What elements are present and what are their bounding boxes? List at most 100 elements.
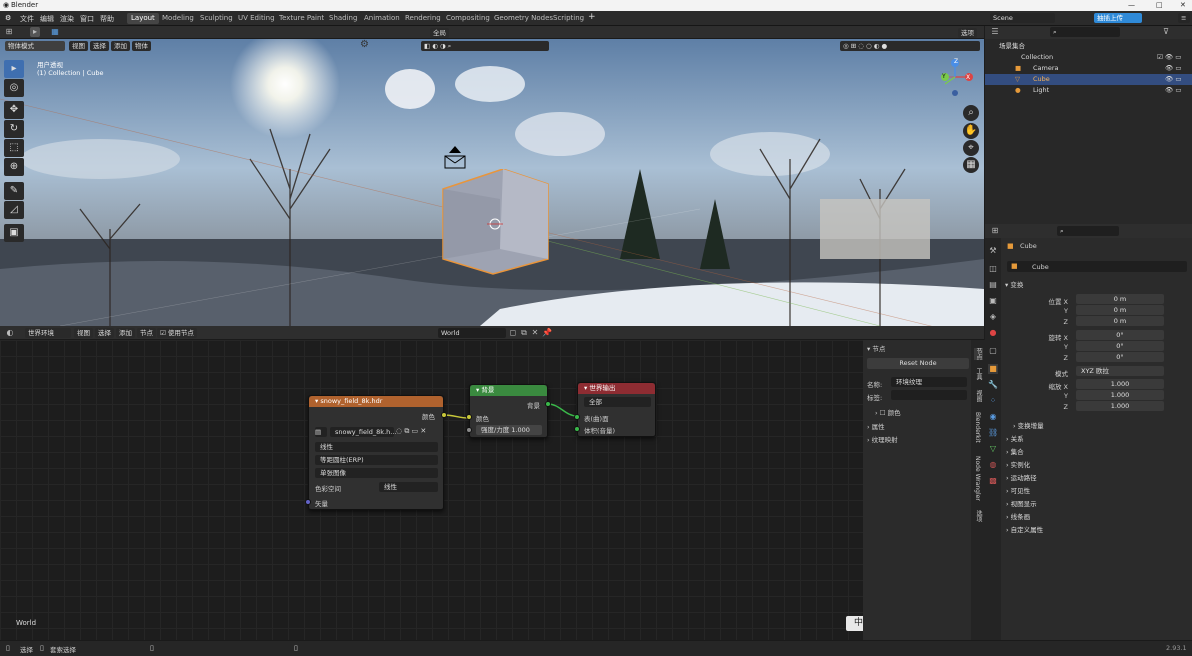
- tab-compositing[interactable]: Compositing: [442, 13, 494, 24]
- viewlayer-icon[interactable]: ≡: [1178, 13, 1190, 23]
- tab-options[interactable]: 选项: [974, 510, 983, 522]
- node-menu-add[interactable]: 添加: [116, 328, 135, 338]
- menu-help[interactable]: 帮助: [100, 14, 114, 24]
- mode-selector[interactable]: 物体模式: [5, 41, 65, 51]
- colorspace-select[interactable]: 线性: [379, 482, 438, 492]
- outliner-search[interactable]: ⌕: [1050, 27, 1120, 37]
- output-tab-icon[interactable]: ▤: [988, 280, 998, 290]
- options-menu[interactable]: 选项: [958, 28, 977, 38]
- blender-menu-icon[interactable]: ⚙: [5, 14, 11, 22]
- node-name-field[interactable]: 环境纹理: [891, 377, 967, 387]
- tab-node-wrangler[interactable]: Node Wrangler: [974, 456, 981, 501]
- location-y-field[interactable]: 0 m: [1076, 305, 1164, 315]
- reset-node-button[interactable]: Reset Node: [867, 358, 969, 369]
- node-menu-node[interactable]: 节点: [137, 328, 156, 338]
- tab-texture-paint[interactable]: Texture Paint: [275, 13, 328, 24]
- scene-selector[interactable]: Scene: [990, 13, 1055, 23]
- collection-item[interactable]: Collection: [1021, 52, 1053, 63]
- viewport-menu-view[interactable]: 视图: [69, 41, 88, 51]
- move-tool-icon[interactable]: ✥: [4, 101, 24, 119]
- env-color-socket[interactable]: [441, 412, 447, 418]
- image-type-icon[interactable]: ▤: [315, 427, 327, 437]
- tab-sculpting[interactable]: Sculpting: [196, 13, 237, 24]
- node-menu-select[interactable]: 选择: [95, 328, 114, 338]
- location-z-field[interactable]: 0 m: [1076, 316, 1164, 326]
- scale-z-field[interactable]: 1.000: [1076, 401, 1164, 411]
- maximize-button[interactable]: □: [1156, 1, 1163, 9]
- rotation-mode-select[interactable]: XYZ 欧拉: [1076, 366, 1164, 376]
- environment-texture-node[interactable]: ▾ snowy_field_8k.hdr 颜色 ▤ snowy_field_8k…: [305, 395, 447, 510]
- add-workspace-icon[interactable]: +: [588, 12, 596, 22]
- tab-geometry-nodes[interactable]: Geometry Nodes: [490, 13, 557, 24]
- scale-x-field[interactable]: 1.000: [1076, 379, 1164, 389]
- properties-editor-icon[interactable]: ⊞: [990, 226, 1000, 236]
- source-select[interactable]: 单张图像: [315, 468, 438, 478]
- transform-orientation[interactable]: 全局: [430, 28, 449, 38]
- particles-tab-icon[interactable]: ⁘: [988, 396, 998, 406]
- bg-node-header[interactable]: ▾ 背景: [470, 385, 547, 396]
- interpolation-select[interactable]: 线性: [315, 442, 438, 452]
- delta-transform-section[interactable]: › 变换增量: [1013, 420, 1044, 430]
- node-properties-section[interactable]: › 属性: [867, 421, 885, 431]
- menu-window[interactable]: 窗口: [80, 14, 94, 24]
- editor-type-icon[interactable]: ⊞: [4, 27, 14, 37]
- data-tab-icon[interactable]: ▽: [988, 444, 998, 454]
- image-name-field[interactable]: snowy_field_8k.h...: [330, 427, 396, 437]
- node-color-toggle[interactable]: › ☐ 颜色: [875, 407, 901, 417]
- tab-rendering[interactable]: Rendering: [401, 13, 445, 24]
- texture-mapping-section[interactable]: › 纹理映射: [867, 434, 898, 444]
- duplicate-icon[interactable]: ⧉: [519, 328, 529, 338]
- node-label-field[interactable]: [891, 390, 967, 400]
- fake-user-icon[interactable]: ◻: [508, 328, 518, 338]
- volume-socket[interactable]: [574, 426, 580, 432]
- constraints-tab-icon[interactable]: ⛓: [988, 428, 998, 438]
- select-tool-icon[interactable]: ▸: [30, 27, 40, 37]
- unlink-icon[interactable]: ✕: [530, 328, 540, 338]
- relations-section[interactable]: › 关系: [1006, 433, 1024, 443]
- close-button[interactable]: ✕: [1180, 1, 1186, 9]
- tab-scripting[interactable]: Scripting: [549, 13, 588, 24]
- grid-view-icon[interactable]: ▦: [963, 157, 979, 173]
- annotate-tool-icon[interactable]: ✎: [4, 182, 24, 200]
- tab-uv-editing[interactable]: UV Editing: [234, 13, 279, 24]
- rotation-x-field[interactable]: 0°: [1076, 330, 1164, 340]
- node-menu-view[interactable]: 视图: [74, 328, 93, 338]
- collection-tab-icon[interactable]: ▢: [988, 346, 998, 356]
- object-name-field[interactable]: ■ Cube: [1007, 261, 1187, 272]
- custom-props-section[interactable]: › 自定义属性: [1006, 524, 1043, 534]
- world-output-node[interactable]: ▾ 世界输出 全部 表(曲)面 体积(音量): [574, 382, 656, 437]
- collections-section[interactable]: › 集合: [1006, 446, 1024, 456]
- rotation-z-field[interactable]: 0°: [1076, 352, 1164, 362]
- tweak-tool-icon[interactable]: ▸: [4, 60, 24, 78]
- scale-tool-icon[interactable]: ⬚: [4, 139, 24, 157]
- material-tab-icon[interactable]: ◍: [988, 460, 998, 470]
- shader-type-select[interactable]: 世界环境: [25, 328, 71, 338]
- line-art-section[interactable]: › 线条画: [1006, 511, 1030, 521]
- vector-socket[interactable]: [305, 499, 311, 505]
- outliner-editor-icon[interactable]: ☰: [990, 27, 1000, 37]
- rotation-y-field[interactable]: 0°: [1076, 341, 1164, 351]
- select-mode-icon[interactable]: ▦: [50, 27, 60, 37]
- image-buttons[interactable]: ◌ ⧉ ▭ ✕: [396, 427, 426, 436]
- 3d-viewport[interactable]: ⚙ 用户透视 (1) Collection | Cube ▸ ◎ ✥ ↻ ⬚ ⊕…: [0, 39, 984, 326]
- viewport-menu-add[interactable]: 添加: [111, 41, 130, 51]
- cube-object[interactable]: [438, 169, 568, 279]
- node-editor-type-icon[interactable]: ◐: [5, 328, 15, 338]
- filter-icon[interactable]: ⊽: [1161, 27, 1171, 37]
- camera-visibility-icon[interactable]: 👁 ▭: [1165, 63, 1181, 74]
- pin-icon[interactable]: 📌: [542, 328, 552, 338]
- menu-file[interactable]: 文件: [20, 14, 34, 24]
- transform-section[interactable]: ▾ 变换: [1005, 279, 1023, 289]
- collection-visibility-icon[interactable]: ☑ 👁 ▭: [1157, 52, 1181, 63]
- camera-object-icon[interactable]: [440, 141, 470, 171]
- modifier-tab-icon[interactable]: 🔧: [988, 380, 998, 390]
- tab-node[interactable]: 节点: [974, 348, 983, 360]
- pan-hand-icon[interactable]: ✋: [963, 123, 979, 139]
- upload-button[interactable]: 抽插上传: [1094, 13, 1142, 23]
- measure-tool-icon[interactable]: ◿: [4, 201, 24, 219]
- minimize-button[interactable]: —: [1128, 1, 1135, 9]
- surface-socket[interactable]: [574, 414, 580, 420]
- outliner-item-light[interactable]: Light: [1033, 85, 1049, 96]
- object-tab-icon[interactable]: ■: [988, 364, 998, 374]
- tab-layout[interactable]: Layout: [127, 13, 159, 24]
